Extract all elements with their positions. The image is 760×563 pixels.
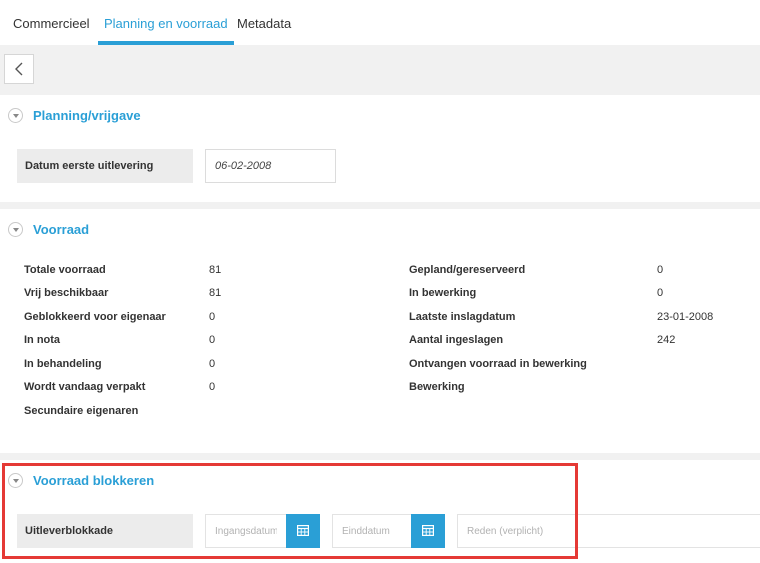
stat-label: Totale voorraad: [24, 264, 106, 276]
voorraad-blokkeren-section-header[interactable]: Voorraad blokkeren: [8, 470, 154, 490]
planning-section-header[interactable]: Planning/vrijgave: [8, 105, 141, 125]
stat-value: 0: [657, 287, 664, 299]
stat-label: In nota: [24, 334, 61, 346]
tab-commercieel[interactable]: Commercieel: [13, 0, 90, 45]
stat-label: Bewerking: [409, 381, 465, 393]
datum-eerste-uitlevering-value: 06-02-2008: [205, 149, 336, 183]
einddatum-calendar-button[interactable]: [411, 514, 445, 548]
tab-bar: Commercieel Planning en voorraad Metadat…: [0, 0, 760, 45]
collapse-toggle-icon[interactable]: [8, 472, 23, 488]
stat-label: Wordt vandaag verpakt: [24, 381, 146, 393]
section-title: Planning/vrijgave: [33, 107, 141, 123]
stat-value: 81: [209, 287, 222, 299]
ingangsdatum-calendar-button[interactable]: [286, 514, 320, 548]
stat-value: 0: [209, 311, 216, 323]
stat-label: Aantal ingeslagen: [409, 334, 504, 346]
planning-section: Planning/vrijgave Datum eerste uitleveri…: [0, 95, 760, 202]
einddatum-input[interactable]: [332, 514, 412, 548]
collapse-toggle-icon[interactable]: [8, 107, 23, 123]
stat-label: In behandeling: [24, 358, 102, 370]
stat-value: 0: [657, 264, 664, 276]
calendar-icon: [297, 525, 309, 536]
collapse-toggle-icon[interactable]: [8, 221, 23, 237]
stat-value: 81: [209, 264, 222, 276]
field-label: Uitleverblokkade: [17, 514, 193, 548]
section-title: Voorraad: [33, 221, 90, 237]
toolbar: [0, 45, 760, 95]
tab-metadata[interactable]: Metadata: [237, 0, 291, 45]
stat-value: 0: [209, 334, 216, 346]
voorraad-section-header[interactable]: Voorraad: [8, 219, 89, 239]
stat-value: 0: [209, 381, 216, 393]
voorraad-blokkeren-section: Voorraad blokkeren Uitleverblokkade: [0, 460, 760, 563]
stat-label: In bewerking: [409, 287, 477, 299]
stat-value: 23-01-2008: [657, 311, 714, 323]
stat-label: Gepland/gereserveerd: [409, 264, 526, 276]
tab-planning-en-voorraad[interactable]: Planning en voorraad: [98, 0, 234, 45]
stat-label: Ontvangen voorraad in bewerking: [409, 358, 587, 370]
calendar-icon: [422, 525, 434, 536]
stat-value: 242: [657, 334, 676, 346]
stat-label: Secundaire eigenaren: [24, 405, 139, 417]
stat-label: Geblokkeerd voor eigenaar: [24, 311, 166, 323]
section-title: Voorraad blokkeren: [33, 472, 155, 488]
stat-value: 0: [209, 358, 216, 370]
voorraad-section: Voorraad Totale voorraad 81 Vrij beschik…: [0, 209, 760, 453]
back-button[interactable]: [4, 54, 34, 84]
stat-label: Vrij beschikbaar: [24, 287, 109, 299]
stat-label: Laatste inslagdatum: [409, 311, 516, 323]
field-label: Datum eerste uitlevering: [17, 149, 193, 183]
reden-input[interactable]: [457, 514, 760, 548]
ingangsdatum-input[interactable]: [205, 514, 287, 548]
chevron-left-icon: [15, 62, 23, 76]
